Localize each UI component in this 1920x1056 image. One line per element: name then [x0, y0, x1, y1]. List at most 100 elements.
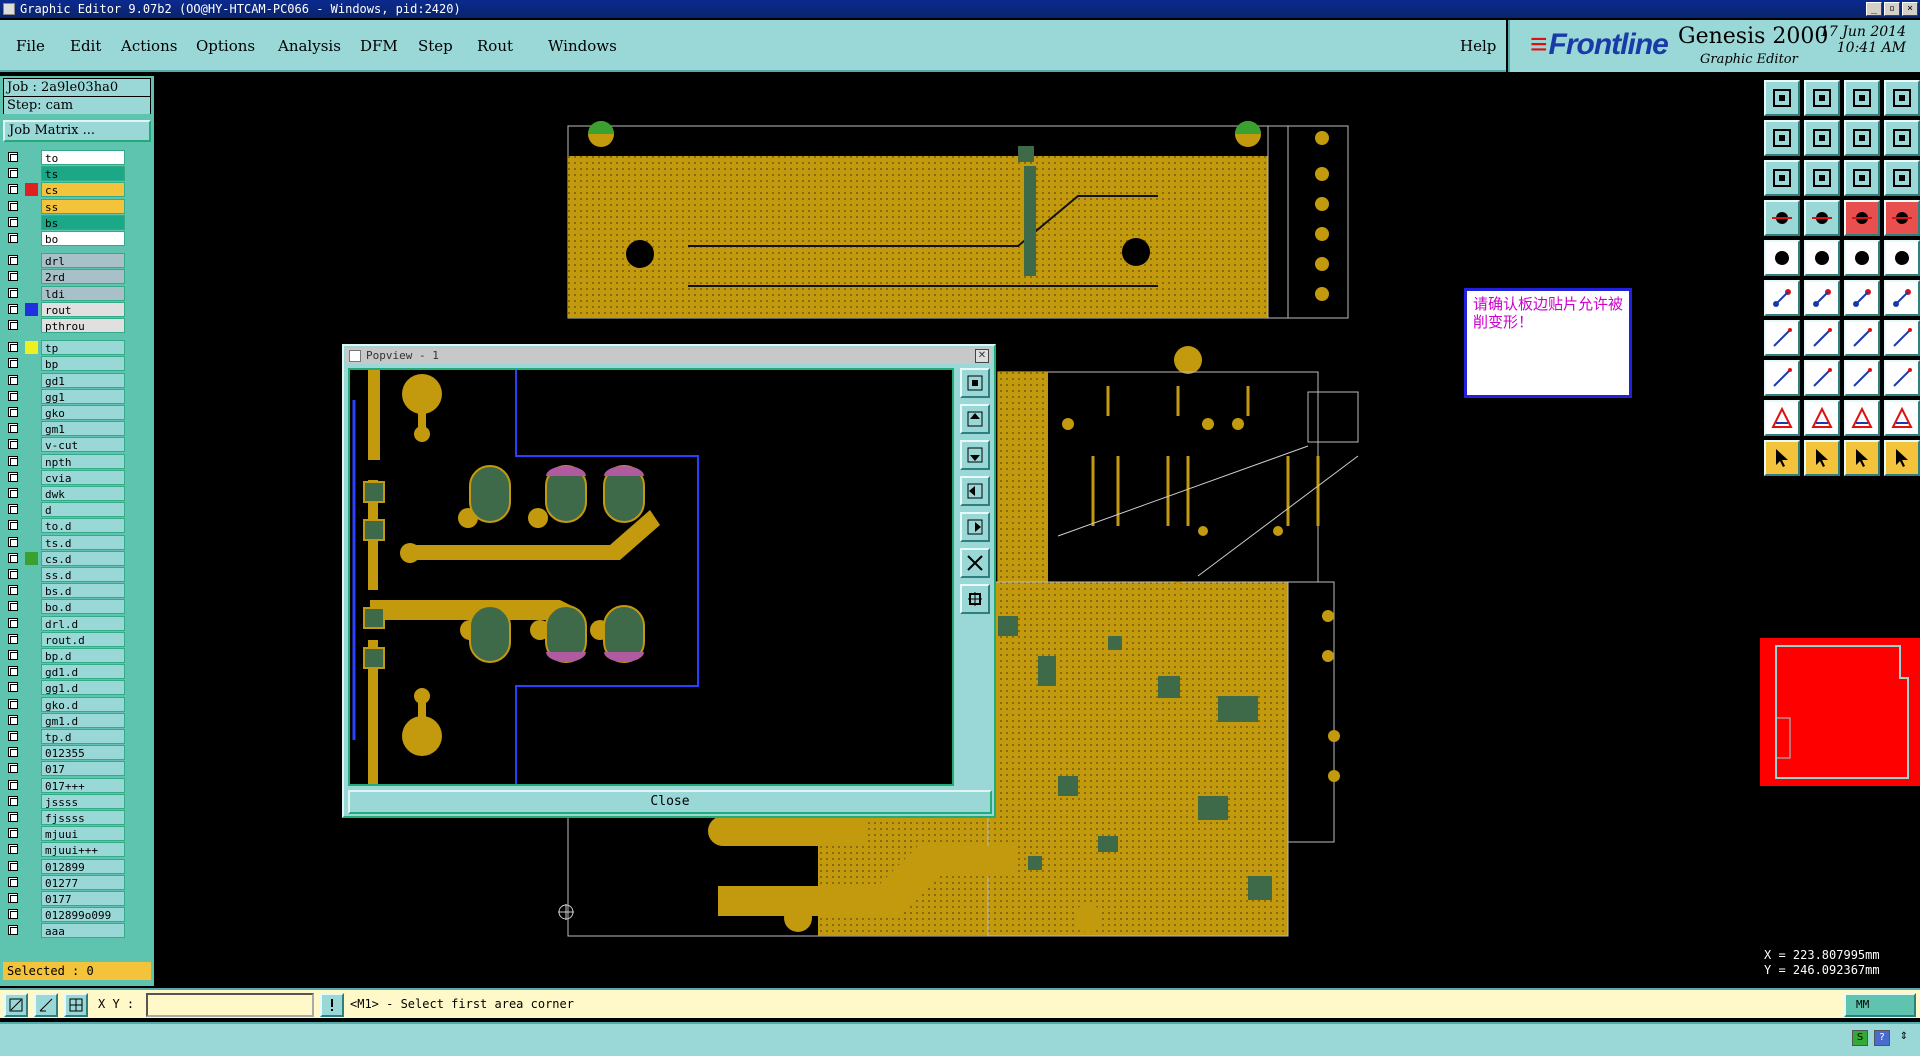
layer-checkbox[interactable] [8, 731, 18, 741]
layer-checkbox[interactable] [8, 320, 18, 330]
layer-checkbox[interactable] [8, 407, 18, 417]
minimize-icon[interactable]: _ [1866, 2, 1882, 16]
layer-row-d[interactable]: d [3, 502, 127, 518]
layer-checkbox[interactable] [8, 779, 18, 790]
layer-name[interactable]: tp [41, 340, 125, 356]
layer-name[interactable]: 0177 [41, 891, 125, 906]
layer-row-aaa[interactable]: aaa [3, 923, 127, 939]
layer-name[interactable]: ts [41, 166, 125, 182]
ruler-icon[interactable] [1844, 240, 1880, 276]
layer-row-gd1.d[interactable]: gd1.d [3, 664, 127, 680]
layer-row-bs.d[interactable]: bs.d [3, 583, 127, 599]
layer-name[interactable]: rout [41, 301, 125, 317]
layer-row-bp.d[interactable]: bp.d [3, 648, 127, 663]
layer-name[interactable]: ts.d [41, 534, 125, 550]
flip-icon[interactable] [1844, 120, 1880, 156]
layer-checkbox[interactable] [8, 569, 18, 579]
layer-row-mjuui[interactable]: mjuui [3, 826, 127, 842]
layer-row-gko.d[interactable]: gko.d [3, 696, 127, 712]
layer-checkbox[interactable] [8, 860, 18, 871]
popview-canvas[interactable] [348, 368, 954, 786]
popview-titlebar[interactable]: Popview - 1 ✕ [346, 348, 992, 364]
menu-help[interactable]: Help [1460, 37, 1496, 55]
layer-name[interactable]: drl.d [41, 615, 125, 631]
pad-select-icon[interactable] [1764, 240, 1800, 276]
layer-list-scrollbar[interactable] [130, 146, 154, 956]
popview-close-button[interactable]: Close [348, 790, 992, 814]
units-selector[interactable]: MM [1844, 993, 1916, 1017]
layer-checkbox[interactable] [8, 633, 18, 644]
xy-input[interactable] [146, 993, 314, 1017]
layer-name[interactable]: pthrou [41, 318, 125, 333]
layer-checkbox[interactable] [8, 763, 18, 774]
layer-checkbox[interactable] [8, 666, 18, 677]
layer-checkbox[interactable] [8, 233, 18, 243]
layer-row-017[interactable]: 017 [3, 761, 127, 777]
layer-name[interactable]: gko.d [41, 696, 125, 712]
layer-row-gg1[interactable]: gg1 [3, 388, 127, 404]
close-icon[interactable]: × [1902, 2, 1918, 16]
home-icon[interactable] [1844, 80, 1880, 116]
help-icon[interactable]: ? [1874, 1030, 1890, 1046]
center-icon[interactable] [1804, 160, 1840, 196]
layer-checkbox[interactable] [8, 303, 18, 314]
layer-row-gm1[interactable]: gm1 [3, 421, 127, 437]
layer-row-bo[interactable]: bo [3, 231, 127, 246]
layer-checkbox[interactable] [8, 200, 18, 211]
layer-row-mjuui+++[interactable]: mjuui+++ [3, 842, 127, 858]
layer-checkbox[interactable] [8, 650, 18, 660]
query-icon[interactable] [1884, 160, 1920, 196]
redraw-icon[interactable] [1884, 120, 1920, 156]
layer-name[interactable]: gd1.d [41, 664, 125, 680]
mirror-icon[interactable] [1884, 320, 1920, 356]
rotate-icon[interactable] [1844, 320, 1880, 356]
layer-name[interactable]: jssss [41, 793, 125, 809]
layer-checkbox[interactable] [8, 216, 18, 227]
snap-icon[interactable] [1764, 200, 1800, 236]
layer-name[interactable]: cs.d [41, 550, 125, 566]
layer-checkbox[interactable] [8, 488, 18, 498]
layer-checkbox[interactable] [8, 152, 18, 162]
layer-checkbox[interactable] [8, 358, 18, 369]
layer-checkbox[interactable] [8, 504, 18, 515]
layer-name[interactable]: gko [41, 405, 125, 420]
pan-right-icon[interactable] [960, 512, 990, 542]
layer-name[interactable]: ss [41, 198, 125, 214]
prev-icon[interactable] [1764, 120, 1800, 156]
layer-checkbox[interactable] [8, 374, 18, 385]
layer-name[interactable]: 012899 [41, 858, 125, 874]
layer-row-cs[interactable]: cs [3, 182, 127, 198]
layer-row-cvia[interactable]: cvia [3, 469, 127, 485]
line-select-icon[interactable] [1804, 240, 1840, 276]
triangle-b-icon[interactable] [1844, 400, 1880, 436]
layer-checkbox[interactable] [8, 287, 18, 298]
layer-row-gg1.d[interactable]: gg1.d [3, 680, 127, 696]
zoom-in-icon[interactable] [960, 548, 990, 578]
layer-row-v-cut[interactable]: v-cut [3, 437, 127, 453]
layer-checkbox[interactable] [8, 747, 18, 758]
layer-row-rout.d[interactable]: rout.d [3, 631, 127, 647]
layer-row-gd1[interactable]: gd1 [3, 372, 127, 388]
layer-checkbox[interactable] [8, 876, 18, 887]
layer-checkbox[interactable] [8, 255, 18, 266]
layer-row-fjssss[interactable]: fjssss [3, 810, 127, 825]
layer-name[interactable]: mjuui+++ [41, 842, 125, 858]
layer-name[interactable]: bp.d [41, 648, 125, 663]
layer-checkbox[interactable] [8, 390, 18, 401]
layer-row-017+++[interactable]: 017+++ [3, 777, 127, 793]
pointer-move-icon[interactable] [1844, 440, 1880, 476]
layer-name[interactable]: bo [41, 231, 125, 246]
layer-row-012899[interactable]: 012899 [3, 858, 127, 874]
save-job-icon[interactable] [1804, 80, 1840, 116]
menu-step[interactable]: Step [418, 37, 453, 55]
layer-row-012899o099[interactable]: 012899o099 [3, 907, 127, 923]
layer-checkbox[interactable] [8, 471, 18, 482]
layer-name[interactable]: aaa [41, 923, 125, 939]
layer-row-drl.d[interactable]: drl.d [3, 615, 127, 631]
add-node-icon[interactable] [1844, 280, 1880, 316]
menu-file[interactable]: File [16, 37, 45, 55]
copy-icon[interactable] [1884, 360, 1920, 396]
layer-name[interactable]: fjssss [41, 810, 125, 825]
pointer-icon[interactable] [1764, 440, 1800, 476]
draw-arc-icon[interactable] [1804, 320, 1840, 356]
